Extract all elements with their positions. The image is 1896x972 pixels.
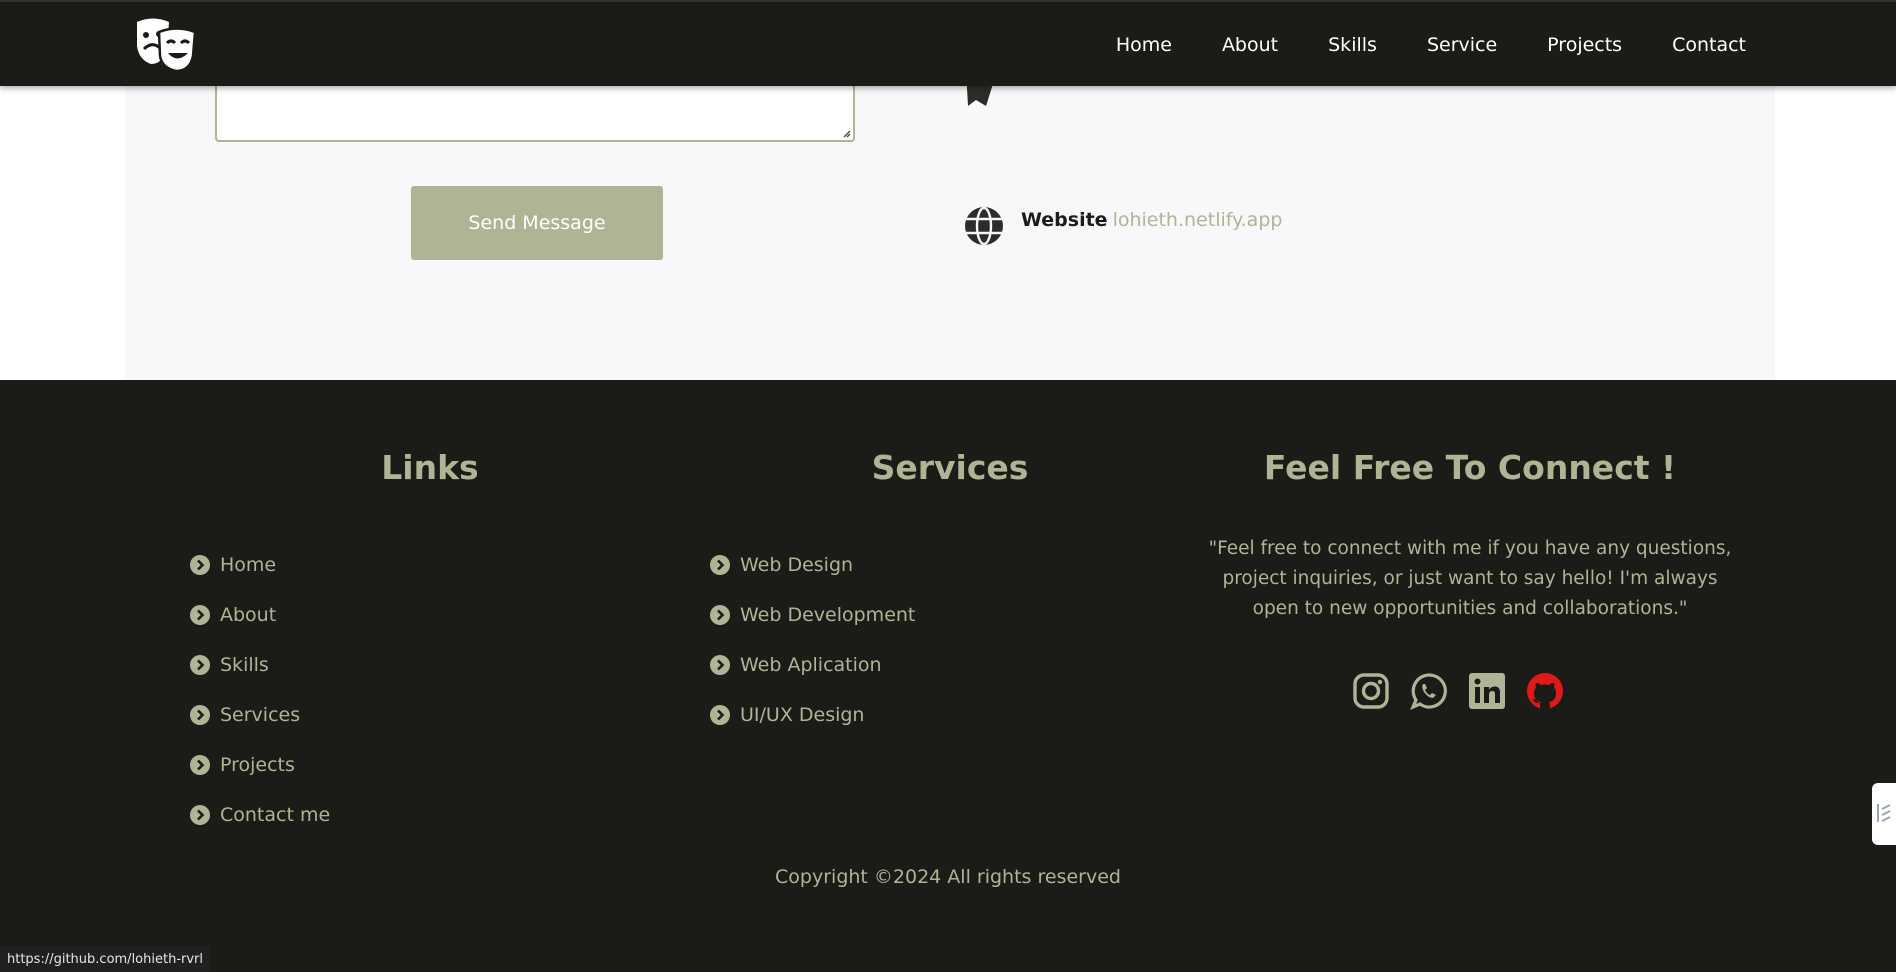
instagram-icon[interactable] bbox=[1352, 672, 1390, 710]
nav-about[interactable]: About bbox=[1222, 34, 1278, 56]
service-label: Web Aplication bbox=[740, 654, 882, 676]
chevron-right-icon bbox=[710, 555, 730, 575]
social-links bbox=[1352, 672, 1564, 712]
links-title: Links bbox=[381, 448, 479, 487]
website-link[interactable]: lohieth.netlify.app bbox=[1113, 209, 1283, 231]
footer-link-label: Contact me bbox=[220, 804, 331, 826]
footer-link-projects[interactable]: Projects bbox=[190, 740, 330, 790]
footer-link-skills[interactable]: Skills bbox=[190, 640, 330, 690]
chevron-right-icon bbox=[190, 555, 210, 575]
footer-link-label: Projects bbox=[220, 754, 295, 776]
side-widget-tab[interactable] bbox=[1872, 783, 1896, 845]
chevron-right-icon bbox=[710, 655, 730, 675]
service-label: Web Development bbox=[740, 604, 916, 626]
nav-service[interactable]: Service bbox=[1427, 34, 1497, 56]
footer-link-about[interactable]: About bbox=[190, 590, 330, 640]
website-info: Website lohieth.netlify.app bbox=[963, 205, 1282, 247]
footer-link-home[interactable]: Home bbox=[190, 540, 330, 590]
service-label: UI/UX Design bbox=[740, 704, 865, 726]
service-web-application[interactable]: Web Aplication bbox=[710, 640, 915, 690]
whatsapp-icon[interactable] bbox=[1409, 672, 1448, 711]
chevron-right-icon bbox=[190, 705, 210, 725]
footer-link-contact[interactable]: Contact me bbox=[190, 790, 330, 840]
service-ui-ux-design[interactable]: UI/UX Design bbox=[710, 690, 915, 740]
nav-skills[interactable]: Skills bbox=[1328, 34, 1377, 56]
services-title: Services bbox=[871, 448, 1029, 487]
github-icon[interactable] bbox=[1526, 672, 1564, 712]
site-header: Home About Skills Service Projects Conta… bbox=[0, 0, 1896, 86]
footer-link-label: Home bbox=[220, 554, 277, 576]
side-widget-icon bbox=[1877, 804, 1891, 822]
service-web-development[interactable]: Web Development bbox=[710, 590, 915, 640]
main-nav: Home About Skills Service Projects Conta… bbox=[1116, 2, 1746, 88]
chevron-right-icon bbox=[190, 605, 210, 625]
linkedin-icon[interactable] bbox=[1468, 672, 1506, 710]
nav-home[interactable]: Home bbox=[1116, 34, 1172, 56]
footer-link-label: Skills bbox=[220, 654, 269, 676]
footer-link-services[interactable]: Services bbox=[190, 690, 330, 740]
connect-title: Feel Free To Connect ! bbox=[1263, 448, 1677, 487]
nav-contact[interactable]: Contact bbox=[1672, 34, 1746, 56]
website-label: Website bbox=[1021, 209, 1108, 231]
footer-link-label: About bbox=[220, 604, 277, 626]
site-footer: Links Home About Skills Services Project… bbox=[0, 380, 1896, 972]
links-list: Home About Skills Services Projects Cont… bbox=[190, 540, 330, 840]
connect-description: "Feel free to connect with me if you hav… bbox=[1208, 538, 1732, 619]
chevron-right-icon bbox=[190, 655, 210, 675]
service-label: Web Design bbox=[740, 554, 854, 576]
send-message-button[interactable]: Send Message bbox=[411, 186, 663, 260]
footer-link-label: Services bbox=[220, 704, 301, 726]
chevron-right-icon bbox=[710, 605, 730, 625]
services-list: Web Design Web Development Web Aplicatio… bbox=[710, 540, 915, 740]
copyright-text: Copyright ©2024 All rights reserved bbox=[775, 866, 1121, 888]
nav-projects[interactable]: Projects bbox=[1547, 34, 1622, 56]
browser-status-url: https://github.com/lohieth-rvrl bbox=[0, 946, 211, 972]
chevron-right-icon bbox=[710, 705, 730, 725]
theater-masks-icon[interactable] bbox=[133, 16, 199, 72]
globe-icon bbox=[965, 206, 1003, 246]
chevron-right-icon bbox=[190, 805, 210, 825]
chevron-right-icon bbox=[190, 755, 210, 775]
service-web-design[interactable]: Web Design bbox=[710, 540, 915, 590]
resize-grip-icon[interactable] bbox=[841, 128, 851, 138]
